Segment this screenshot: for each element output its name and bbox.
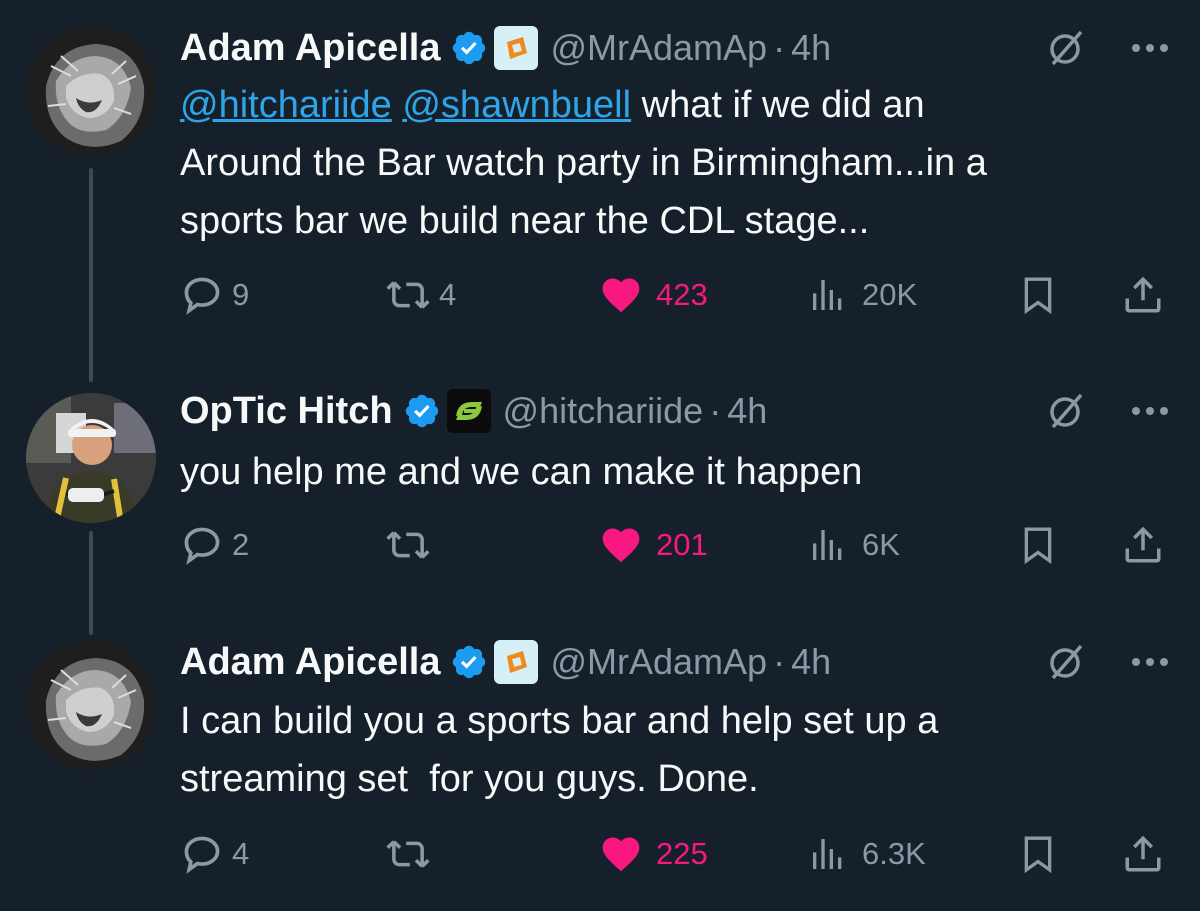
tweet-text-line: what if we did an (631, 84, 925, 126)
orange-brand-badge-icon[interactable] (494, 26, 539, 70)
separator-dot: · (773, 641, 786, 682)
views-button[interactable]: 20K (808, 265, 917, 325)
bookmark-button[interactable] (1018, 515, 1058, 575)
bookmark-button[interactable] (1018, 265, 1058, 325)
grok-icon[interactable] (1044, 389, 1088, 433)
share-icon (1125, 526, 1161, 563)
views-count: 6K (862, 527, 900, 562)
display-name[interactable]: OpTic Hitch (180, 390, 393, 433)
tweet[interactable]: OpTic Hitch @hitchariide · 4h you help m… (0, 383, 1200, 593)
display-name[interactable]: Adam Apicella (180, 27, 440, 70)
tweet-text-line: Around the Bar watch party in Birmingham… (180, 142, 987, 184)
share-button[interactable] (1122, 265, 1164, 325)
reply-count: 4 (232, 836, 250, 871)
timestamp[interactable]: 4h (727, 390, 767, 432)
share-button[interactable] (1122, 515, 1164, 575)
user-handle[interactable]: @hitchariide (503, 390, 704, 432)
avatar[interactable] (26, 393, 156, 523)
like-button[interactable]: 201 (598, 515, 708, 575)
separator-dot: · (773, 27, 786, 68)
retweet-icon (386, 531, 430, 559)
bookmark-button[interactable] (1018, 824, 1058, 884)
views-count: 20K (862, 277, 918, 312)
tweet-header-actions (1044, 383, 1170, 439)
orange-brand-badge-icon[interactable] (494, 640, 539, 684)
tweet-text-line: I can build you a sports bar and help se… (180, 700, 939, 742)
retweet-button[interactable] (385, 824, 439, 884)
reply-button[interactable]: 9 (180, 265, 249, 325)
tweet-text: you help me and we can make it happen (180, 443, 862, 501)
share-icon (1125, 835, 1161, 872)
tweet-header-actions (1044, 20, 1170, 76)
grok-icon[interactable] (1044, 26, 1088, 70)
mention-link[interactable]: @shawnbuell (402, 84, 631, 126)
share-icon (1125, 276, 1161, 313)
views-icon (813, 280, 842, 310)
retweet-button[interactable] (385, 515, 439, 575)
user-handle[interactable]: @MrAdamAp (550, 641, 767, 683)
tweet-text-line: you help me and we can make it happen (180, 451, 863, 493)
tweet-header: OpTic Hitch @hitchariide · 4h (180, 383, 767, 439)
reply-count: 2 (232, 527, 250, 562)
like-count: 423 (656, 277, 708, 312)
share-button[interactable] (1122, 824, 1164, 884)
avatar[interactable] (26, 640, 156, 770)
verified-badge-icon[interactable] (450, 643, 488, 681)
bookmark-icon (1024, 277, 1052, 315)
separator-dot: · (709, 390, 722, 431)
tweet-header-actions (1044, 634, 1170, 690)
avatar[interactable] (26, 26, 156, 156)
verified-badge-icon[interactable] (403, 392, 441, 430)
like-count: 201 (656, 527, 708, 562)
views-count: 6.3K (862, 836, 926, 871)
retweet-button[interactable]: 4 (385, 265, 456, 325)
heart-icon (602, 837, 640, 872)
heart-icon (602, 278, 640, 313)
lion-avatar-image (26, 26, 156, 156)
person-avatar-image (26, 393, 156, 523)
views-icon (813, 839, 842, 869)
optic-green-badge-icon[interactable] (446, 389, 491, 433)
reply-icon (184, 527, 220, 565)
heart-icon (602, 528, 640, 563)
more-options-icon[interactable] (1130, 42, 1170, 54)
views-button[interactable]: 6K (808, 515, 900, 575)
reply-button[interactable]: 2 (180, 515, 249, 575)
tweet-actions: 2 201 6K (180, 515, 1170, 575)
display-name[interactable]: Adam Apicella (180, 641, 440, 684)
tweet-actions: 4 225 6.3K (180, 824, 1170, 884)
bookmark-icon (1024, 527, 1052, 565)
tweet-text: @hitchariide @shawnbuell what if we did … (180, 76, 987, 250)
tweet-text-line: sports bar we build near the CDL stage..… (180, 200, 870, 242)
timestamp[interactable]: 4h (791, 641, 831, 683)
retweet-count: 4 (439, 277, 457, 312)
like-button[interactable]: 423 (598, 265, 708, 325)
verified-badge-icon[interactable] (450, 29, 488, 67)
timestamp[interactable]: 4h (791, 27, 831, 69)
more-options-icon[interactable] (1130, 405, 1170, 417)
user-handle[interactable]: @MrAdamAp (550, 27, 767, 69)
tweet[interactable]: Adam Apicella @MrAdamAp · 4h I can build… (0, 634, 1200, 904)
retweet-icon (386, 840, 430, 868)
reply-button[interactable]: 4 (180, 824, 249, 884)
tweet[interactable]: Adam Apicella @MrAdamAp · 4h @hitchariid… (0, 18, 1200, 348)
mention-link[interactable]: @hitchariide (180, 84, 392, 126)
grok-icon[interactable] (1044, 640, 1088, 684)
reply-icon (184, 836, 220, 874)
reply-count: 9 (232, 277, 250, 312)
views-button[interactable]: 6.3K (808, 824, 926, 884)
like-count: 225 (656, 836, 708, 871)
tweet-text-line: streaming set for you guys. Done. (180, 758, 759, 800)
tweet-header: Adam Apicella @MrAdamAp · 4h (180, 634, 831, 690)
views-icon (813, 530, 842, 560)
tweet-actions: 9 4 423 20K (180, 265, 1170, 325)
tweet-text: I can build you a sports bar and help se… (180, 692, 938, 808)
bookmark-icon (1024, 836, 1052, 874)
retweet-icon (386, 281, 430, 309)
like-button[interactable]: 225 (598, 824, 708, 884)
reply-icon (184, 277, 220, 315)
more-options-icon[interactable] (1130, 656, 1170, 668)
tweet-header: Adam Apicella @MrAdamAp · 4h (180, 20, 831, 76)
lion-avatar-image (26, 640, 156, 770)
